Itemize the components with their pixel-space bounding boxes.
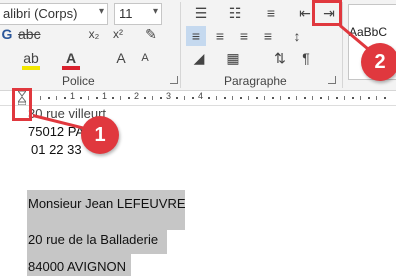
font-color-button[interactable]: A — [60, 48, 82, 70]
borders-icon[interactable]: ▦ — [220, 48, 246, 68]
ruler-number: 4 — [198, 91, 204, 101]
align-left-icon[interactable]: ≡ — [186, 26, 206, 46]
ruler-tick — [64, 97, 66, 99]
ruler-tick — [240, 97, 242, 99]
ruler-tick — [80, 97, 82, 99]
ruler-tick — [184, 96, 185, 100]
highlight-button[interactable]: ab — [20, 48, 42, 70]
bold-button[interactable]: G — [0, 24, 14, 44]
chevron-down-icon: ▾ — [98, 6, 104, 17]
ruler-tick — [288, 97, 290, 99]
ruler-tick — [48, 97, 50, 99]
font-name-value: alibri (Corps) — [3, 6, 78, 21]
ruler-tick — [320, 97, 322, 99]
ruler-tick — [248, 96, 249, 100]
ruler-tick — [88, 96, 89, 100]
callout-box — [312, 0, 342, 26]
font-name-dropdown[interactable]: alibri (Corps) ▾ — [0, 3, 108, 25]
paragraphe-dialog-launcher[interactable] — [328, 76, 336, 84]
ruler-tick — [312, 96, 313, 100]
ruler-tick — [176, 97, 178, 99]
superscript-button[interactable]: x² — [108, 24, 128, 44]
ruler-tick — [344, 96, 345, 100]
ruler-tick — [96, 97, 98, 99]
ruler-tick — [112, 97, 114, 99]
ruler-tick — [264, 96, 265, 100]
bullets-icon[interactable]: ☰ — [188, 3, 214, 23]
ruler-tick — [128, 97, 130, 99]
numbering-icon[interactable]: ☷ — [222, 3, 248, 23]
ruler-tick — [304, 97, 306, 99]
recipient-line: 84000 AVIGNON — [28, 259, 127, 274]
ruler-number: 1 — [70, 91, 76, 101]
ruler-tick — [328, 96, 329, 100]
callout-box — [12, 88, 32, 121]
ruler-tick — [152, 96, 153, 100]
subscript-button[interactable]: x₂ — [84, 24, 104, 44]
shading-icon[interactable]: ◢ — [186, 48, 212, 68]
sort-icon[interactable]: ⇅ — [270, 48, 290, 68]
paragraphe-group-label: Paragraphe — [224, 74, 287, 88]
ruler-tick — [280, 96, 281, 100]
police-dialog-launcher[interactable] — [170, 76, 178, 84]
line-spacing-icon[interactable]: ↕ — [284, 26, 310, 46]
ruler-tick — [144, 97, 146, 99]
justify-icon[interactable]: ≡ — [258, 26, 278, 46]
document-page[interactable]: 30 rue villeurt 75012 PA 01 22 33 Monsie… — [0, 106, 396, 276]
ruler-tick — [232, 96, 233, 100]
police-group-label: Police — [62, 74, 95, 88]
ruler-tick — [224, 97, 226, 99]
ruler-tick — [120, 96, 121, 100]
ruler-tick — [384, 97, 386, 99]
address-line: 01 22 33 — [31, 142, 82, 157]
ruler-tick — [216, 96, 217, 100]
multilevel-list-icon[interactable]: ≡ — [258, 3, 284, 23]
highlight-icon: ab — [23, 50, 39, 66]
ruler-tick — [256, 97, 258, 99]
ruler-tick — [376, 96, 377, 100]
ruler-tick — [352, 97, 354, 99]
recipient-line: Monsieur Jean LEFEUVRE — [28, 196, 186, 211]
align-right-icon[interactable]: ≡ — [234, 26, 254, 46]
callout-badge: 2 — [361, 43, 396, 81]
recipient-line: 20 rue de la Balladerie — [28, 232, 159, 247]
ruler-tick — [368, 97, 370, 99]
ruler-tick — [272, 97, 274, 99]
chevron-down-icon: ▾ — [152, 6, 158, 17]
ruler-tick — [192, 97, 194, 99]
ruler-tick — [40, 96, 41, 100]
ruler-tick — [360, 96, 361, 100]
center-icon[interactable]: ≡ — [210, 26, 230, 46]
group-separator — [342, 2, 343, 88]
font-size-value: 11 — [119, 6, 133, 21]
ruler-tick — [56, 96, 57, 100]
font-size-dropdown[interactable]: 11 ▾ — [114, 3, 162, 25]
ruler-number: 3 — [166, 91, 172, 101]
ruler-tick — [208, 97, 210, 99]
grow-font-button[interactable]: A — [112, 48, 130, 68]
callout-badge: 1 — [81, 116, 119, 154]
ruler-tick — [296, 96, 297, 100]
ruler-number: 2 — [134, 91, 140, 101]
clear-format-icon[interactable]: ✎ — [140, 24, 162, 44]
ruler-number: 1 — [102, 91, 108, 101]
shrink-font-button[interactable]: A — [136, 48, 154, 68]
strikethrough-button[interactable]: abc — [18, 24, 41, 44]
group-separator — [180, 2, 181, 88]
ruler-tick — [160, 97, 162, 99]
show-marks-icon[interactable]: ¶ — [296, 48, 316, 68]
horizontal-ruler[interactable]: 1 1 2 3 4 — [0, 90, 396, 106]
ruler-tick — [336, 97, 338, 99]
